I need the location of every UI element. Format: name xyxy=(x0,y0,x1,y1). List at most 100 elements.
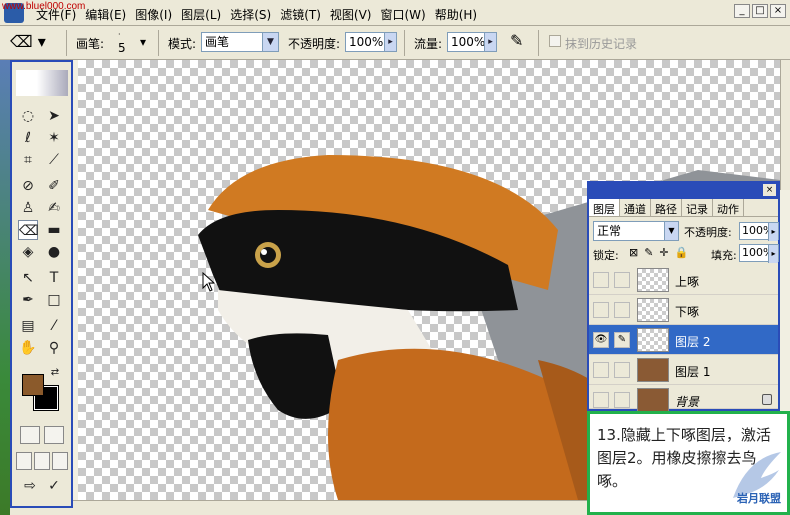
menu-layer[interactable]: 图层(L) xyxy=(181,6,230,23)
close-button[interactable]: × xyxy=(770,4,786,18)
dodge-tool-icon[interactable]: ● xyxy=(44,242,64,262)
gradient-tool-icon[interactable]: ▬ xyxy=(44,220,64,240)
opacity-input[interactable]: 100% ▸ xyxy=(345,32,397,52)
eye-icon[interactable]: 👁 xyxy=(593,332,609,348)
mouse-cursor-icon xyxy=(202,272,216,292)
window-controls: _ □ × xyxy=(734,4,786,18)
chevron-right-icon[interactable]: ▸ xyxy=(768,245,778,263)
menu-filter[interactable]: 滤镜(T) xyxy=(280,6,330,23)
airbrush-icon[interactable]: ✎ xyxy=(510,31,523,50)
lock-icons[interactable]: ⊠✎✛🔒 xyxy=(629,246,694,259)
layer-row[interactable]: 下啄 xyxy=(589,295,778,325)
link-toggle[interactable] xyxy=(614,272,630,288)
layer-opacity-input[interactable]: 100% ▸ xyxy=(739,222,779,241)
tab-actions[interactable]: 动作 xyxy=(713,199,744,216)
screen-mode-menubar-button[interactable] xyxy=(34,452,50,470)
options-bar: ⌫ ▾ 画笔: · 5 ▾ 模式: 画笔 ▼ 不透明度: 100% ▸ 流量: … xyxy=(0,26,790,60)
magic-wand-tool-icon[interactable]: ✶ xyxy=(44,128,64,148)
chevron-right-icon[interactable]: ▸ xyxy=(768,223,778,241)
menu-help[interactable]: 帮助(H) xyxy=(435,6,486,23)
menu-view[interactable]: 视图(V) xyxy=(330,6,381,23)
imageready-icon[interactable]: ⇨ xyxy=(20,476,40,496)
menu-image[interactable]: 图像(I) xyxy=(135,6,181,23)
layer-opacity-label: 不透明度: xyxy=(684,226,732,239)
badge-text: 岩月联盟 xyxy=(737,492,781,505)
type-tool-icon[interactable]: T xyxy=(44,268,64,288)
history-brush-tool-icon[interactable]: ✍ xyxy=(44,198,64,218)
notes-tool-icon[interactable]: ▤ xyxy=(18,316,38,336)
healing-brush-tool-icon[interactable]: ⊘ xyxy=(18,176,38,196)
visibility-toggle[interactable] xyxy=(593,392,609,408)
layer-thumbnail xyxy=(637,388,669,412)
visibility-toggle[interactable] xyxy=(593,302,609,318)
pen-tool-icon[interactable]: ✒ xyxy=(18,290,38,310)
panel-tabs: 图层 通道 路径 记录 动作 xyxy=(589,199,778,217)
chevron-right-icon[interactable]: ▸ xyxy=(384,33,396,51)
horizontal-scrollbar[interactable] xyxy=(10,500,588,515)
vertical-scrollbar[interactable] xyxy=(780,60,790,190)
slice-tool-icon[interactable]: ⟋ xyxy=(44,150,64,170)
swap-colors-icon[interactable]: ⇄ xyxy=(48,366,62,380)
tab-history[interactable]: 记录 xyxy=(682,199,713,216)
brush-dropdown-icon[interactable]: ▾ xyxy=(140,35,146,49)
eraser-preset-icon[interactable]: ⌫ ▾ xyxy=(10,32,46,51)
eyedropper-tool-icon[interactable]: ⁄ xyxy=(44,316,64,336)
separator xyxy=(404,30,405,56)
screen-mode-standard-button[interactable] xyxy=(16,452,32,470)
brush-tool-icon[interactable]: ✐ xyxy=(44,176,64,196)
layer-name: 图层 1 xyxy=(675,365,711,379)
marquee-tool-icon[interactable]: ◌ xyxy=(18,106,38,126)
fill-input[interactable]: 100% ▸ xyxy=(739,244,779,263)
tab-paths[interactable]: 路径 xyxy=(651,199,682,216)
layer-row-selected[interactable]: 👁 ✎ 图层 2 xyxy=(589,325,778,355)
path-select-tool-icon[interactable]: ↖ xyxy=(18,268,38,288)
blend-mode-select[interactable]: 正常 ▼ xyxy=(593,221,679,241)
link-toggle[interactable] xyxy=(614,362,630,378)
layer-row[interactable]: 背景 xyxy=(589,385,778,412)
layer-name: 图层 2 xyxy=(675,335,711,349)
layer-thumbnail xyxy=(637,328,669,352)
erase-history-checkbox[interactable] xyxy=(549,35,561,47)
lasso-tool-icon[interactable]: ℓ xyxy=(18,128,38,148)
chevron-right-icon[interactable]: ▸ xyxy=(484,33,496,51)
layer-name: 背景 xyxy=(675,395,700,409)
standard-mode-button[interactable] xyxy=(20,426,40,444)
jump-to-icon[interactable]: ✓ xyxy=(44,476,64,496)
eraser-tool-icon[interactable]: ⌫ xyxy=(18,220,39,240)
screen-mode-full-button[interactable] xyxy=(52,452,68,470)
panel-close-icon[interactable]: × xyxy=(763,184,776,196)
link-toggle[interactable] xyxy=(614,392,630,408)
blend-mode-value: 正常 xyxy=(597,224,622,238)
menu-file[interactable]: 文件(F) xyxy=(36,6,85,23)
chevron-down-icon[interactable]: ▼ xyxy=(262,33,278,51)
brush-icon[interactable]: ✎ xyxy=(614,332,630,348)
layer-row[interactable]: 上啄 xyxy=(589,265,778,295)
erase-history-label: 抹到历史记录 xyxy=(565,37,638,51)
tab-channels[interactable]: 通道 xyxy=(620,199,651,216)
layer-row[interactable]: 图层 1 xyxy=(589,355,778,385)
link-toggle[interactable] xyxy=(614,302,630,318)
menu-select[interactable]: 选择(S) xyxy=(230,6,280,23)
quickmask-mode-button[interactable] xyxy=(44,426,64,444)
brush-dot-icon: · xyxy=(118,30,121,39)
panel-titlebar[interactable]: × xyxy=(589,183,778,199)
zoom-tool-icon[interactable]: ⚲ xyxy=(44,338,64,358)
minimize-button[interactable]: _ xyxy=(734,4,750,18)
blur-tool-icon[interactable]: ◈ xyxy=(18,242,38,262)
tutorial-caption: 13.隐藏上下啄图层，激活图层2。用橡皮擦擦去鸟啄。 岩月联盟 xyxy=(587,411,790,515)
shape-tool-icon[interactable]: □ xyxy=(44,290,64,310)
hand-tool-icon[interactable]: ✋ xyxy=(18,338,38,358)
visibility-toggle[interactable] xyxy=(593,272,609,288)
flow-input[interactable]: 100% ▸ xyxy=(447,32,497,52)
tab-layers[interactable]: 图层 xyxy=(589,199,620,216)
visibility-toggle[interactable] xyxy=(593,362,609,378)
foreground-color-swatch[interactable] xyxy=(22,374,44,396)
move-tool-icon[interactable]: ➤ xyxy=(44,106,64,126)
menu-edit[interactable]: 编辑(E) xyxy=(85,6,135,23)
chevron-down-icon[interactable]: ▼ xyxy=(664,222,678,240)
stamp-tool-icon[interactable]: ♙ xyxy=(18,198,38,218)
menu-window[interactable]: 窗口(W) xyxy=(380,6,434,23)
restore-button[interactable]: □ xyxy=(752,4,768,18)
mode-select[interactable]: 画笔 ▼ xyxy=(201,32,279,52)
crop-tool-icon[interactable]: ⌗ xyxy=(18,150,38,170)
